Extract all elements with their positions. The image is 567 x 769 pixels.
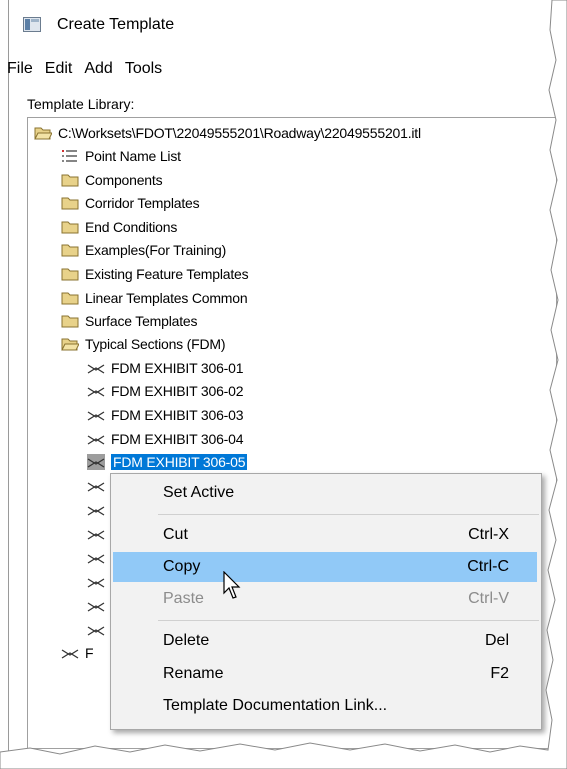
menu-item-label: Paste bbox=[163, 590, 204, 607]
tree-template-item[interactable] bbox=[87, 499, 111, 521]
menu-item-label: Copy bbox=[163, 558, 201, 575]
menu-item-shortcut: Ctrl-X bbox=[468, 526, 509, 543]
mouse-pointer-icon bbox=[223, 571, 241, 599]
tree-template-label: FDM EXHIBIT 306-02 bbox=[111, 383, 244, 399]
open-folder-icon bbox=[34, 127, 52, 140]
tree-folder[interactable]: Existing Feature Templates bbox=[61, 263, 249, 285]
tree-template-item-selected[interactable]: FDM EXHIBIT 306-05 bbox=[87, 451, 248, 473]
folder-icon bbox=[61, 244, 79, 257]
tree-folder[interactable]: Components bbox=[61, 169, 163, 191]
template-icon bbox=[87, 387, 105, 397]
menu-item-delete[interactable]: Delete Del bbox=[113, 626, 537, 656]
menu-item-cut[interactable]: Cut Ctrl-X bbox=[113, 520, 537, 550]
tree-template-item[interactable] bbox=[87, 619, 111, 641]
template-icon bbox=[87, 506, 105, 516]
tree-folder[interactable]: Examples(For Training) bbox=[61, 239, 226, 261]
tree-folder-label: Surface Templates bbox=[85, 313, 198, 329]
tree-template-item[interactable] bbox=[87, 475, 111, 497]
tree-folder-label: Examples(For Training) bbox=[85, 242, 227, 258]
template-icon bbox=[87, 554, 105, 564]
folder-icon bbox=[61, 174, 79, 187]
template-icon bbox=[87, 530, 105, 540]
template-icon bbox=[87, 454, 105, 470]
tree-root[interactable]: C:\Worksets\FDOT\22049555201\Roadway\220… bbox=[34, 122, 421, 144]
tree-item-point-name-list[interactable]: Point Name List bbox=[61, 145, 181, 167]
menu-item-copy[interactable]: Copy Ctrl-C bbox=[113, 552, 537, 582]
tree-folder[interactable]: End Conditions bbox=[61, 216, 177, 238]
template-icon bbox=[87, 411, 105, 421]
menu-tools[interactable]: Tools bbox=[120, 60, 167, 78]
tree-template-item[interactable] bbox=[87, 595, 111, 617]
tree-folder[interactable]: Surface Templates bbox=[61, 310, 197, 332]
template-icon bbox=[61, 649, 79, 659]
tree-template-label: FDM EXHIBIT 306-01 bbox=[111, 360, 244, 376]
tree-folder-label: Components bbox=[85, 172, 163, 188]
menu-item-shortcut: Ctrl-V bbox=[468, 590, 509, 607]
template-library-label: Template Library: bbox=[27, 96, 135, 112]
tree-folder-label: Linear Templates Common bbox=[85, 290, 248, 306]
menu-item-shortcut: Del bbox=[484, 632, 509, 649]
tree-template-label: FDM EXHIBIT 306-03 bbox=[111, 407, 244, 423]
title-bar: Create Template bbox=[9, 10, 549, 40]
tree-folder[interactable]: Corridor Templates bbox=[61, 192, 200, 214]
menu-item-label: Template Documentation Link... bbox=[163, 697, 388, 714]
tree-template-item[interactable]: FDM EXHIBIT 306-02 bbox=[87, 380, 244, 402]
tree-template-item[interactable] bbox=[87, 547, 111, 569]
template-icon bbox=[87, 602, 105, 612]
tree-folder-label: Typical Sections (FDM) bbox=[85, 336, 226, 352]
folder-icon bbox=[61, 221, 79, 234]
create-template-window: Create Template File Edit Add Tools Temp… bbox=[7, 0, 559, 760]
template-icon bbox=[87, 578, 105, 588]
menu-item-label: Delete bbox=[163, 632, 210, 649]
tree-template-label: F bbox=[85, 645, 94, 661]
tree-folder[interactable]: Linear Templates Common bbox=[61, 287, 248, 309]
tree-root-label: C:\Worksets\FDOT\22049555201\Roadway\220… bbox=[58, 125, 421, 141]
menu-separator bbox=[158, 514, 539, 515]
folder-icon bbox=[61, 268, 79, 281]
folder-icon bbox=[61, 292, 79, 305]
menu-item-shortcut: Ctrl-C bbox=[467, 558, 509, 575]
window-app-icon bbox=[23, 17, 41, 32]
tree-template-item[interactable]: F bbox=[61, 642, 94, 664]
folder-icon bbox=[61, 315, 79, 328]
menu-item-set-active[interactable]: Set Active bbox=[113, 478, 537, 508]
menu-item-label: Cut bbox=[163, 526, 188, 543]
menu-separator bbox=[158, 620, 539, 621]
tree-template-label: FDM EXHIBIT 306-05 bbox=[111, 454, 248, 470]
menu-bar: File Edit Add Tools bbox=[7, 56, 549, 82]
menu-file[interactable]: File bbox=[7, 60, 38, 78]
tree-template-label: FDM EXHIBIT 306-04 bbox=[111, 431, 244, 447]
menu-item-label: Rename bbox=[163, 665, 224, 682]
tree-folder-label: End Conditions bbox=[85, 219, 178, 235]
template-icon bbox=[87, 435, 105, 445]
tree-template-item[interactable] bbox=[87, 571, 111, 593]
menu-item-paste[interactable]: Paste Ctrl-V bbox=[113, 584, 537, 614]
menu-add[interactable]: Add bbox=[79, 60, 117, 78]
template-icon bbox=[87, 626, 105, 636]
tree-folder-open[interactable]: Typical Sections (FDM) bbox=[61, 333, 225, 355]
context-menu: Set Active Cut Ctrl-X Copy Ctrl-C Paste … bbox=[110, 473, 542, 730]
folder-icon bbox=[61, 197, 79, 210]
tree-template-item[interactable] bbox=[87, 523, 111, 545]
tree-folder-label: Corridor Templates bbox=[85, 195, 200, 211]
open-folder-icon bbox=[61, 338, 79, 351]
menu-edit[interactable]: Edit bbox=[40, 60, 78, 78]
template-icon bbox=[87, 364, 105, 374]
template-icon bbox=[87, 482, 105, 492]
menu-item-shortcut: F2 bbox=[490, 665, 509, 682]
menu-item-rename[interactable]: Rename F2 bbox=[113, 659, 537, 689]
tree-item-label: Point Name List bbox=[85, 148, 181, 164]
menu-item-template-documentation-link[interactable]: Template Documentation Link... bbox=[113, 691, 537, 721]
tree-template-item[interactable]: FDM EXHIBIT 306-01 bbox=[87, 357, 244, 379]
menu-item-label: Set Active bbox=[163, 484, 235, 501]
list-icon bbox=[62, 150, 77, 162]
tree-folder-label: Existing Feature Templates bbox=[85, 266, 249, 282]
window-title: Create Template bbox=[57, 16, 175, 33]
tree-template-item[interactable]: FDM EXHIBIT 306-04 bbox=[87, 428, 244, 450]
tree-template-item[interactable]: FDM EXHIBIT 306-03 bbox=[87, 404, 244, 426]
